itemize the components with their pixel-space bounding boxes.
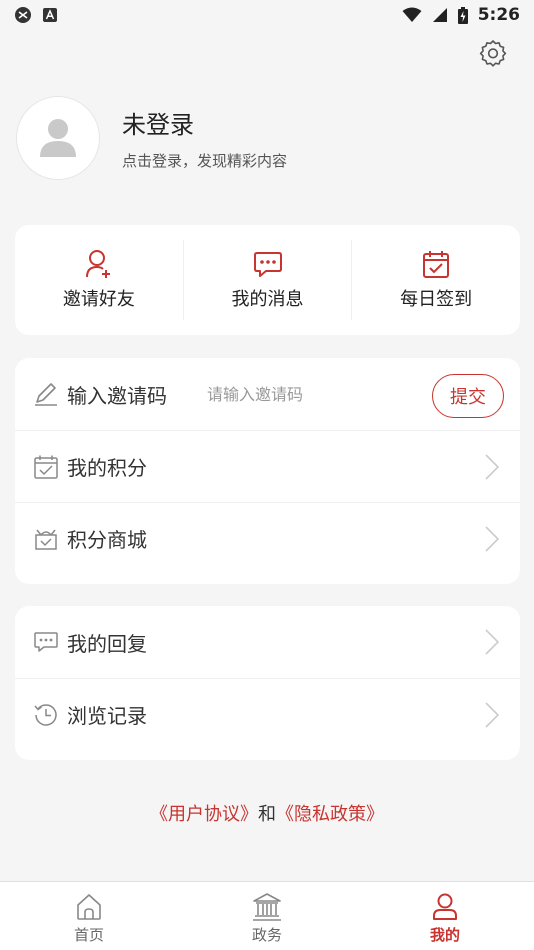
chevron-right-icon xyxy=(485,701,500,728)
menu-item-my-replies[interactable]: 我的回复 xyxy=(15,606,520,678)
tab-label: 首页 xyxy=(73,925,104,944)
menu-item-my-points[interactable]: 我的积分 xyxy=(15,430,520,502)
signal-icon xyxy=(432,8,447,22)
privacy-policy-link[interactable]: 《隐私政策》 xyxy=(276,804,384,825)
tab-mine[interactable]: 我的 xyxy=(356,882,534,950)
chevron-right-icon xyxy=(485,453,500,480)
agreement-links: 《用户协议》和《隐私政策》 xyxy=(0,800,534,826)
bottom-tab-bar: 首页 政务 我的 xyxy=(0,881,534,950)
menu-item-label: 积分商城 xyxy=(67,528,147,552)
calendar-check-icon xyxy=(33,453,61,481)
gift-box-icon xyxy=(33,525,61,553)
settings-button[interactable] xyxy=(478,38,508,68)
tab-label: 政务 xyxy=(251,925,282,944)
login-profile[interactable]: 未登录 点击登录，发现精彩内容 xyxy=(16,96,516,180)
profile-subtitle: 点击登录，发现精彩内容 xyxy=(122,152,288,170)
chat-icon xyxy=(33,628,61,656)
gear-icon xyxy=(479,40,507,67)
user-icon xyxy=(433,893,457,920)
font-notification-icon xyxy=(43,8,57,22)
app-notification-icon xyxy=(15,7,31,23)
quick-action-label: 邀请好友 xyxy=(62,289,135,310)
battery-icon xyxy=(457,6,468,24)
pencil-icon xyxy=(33,380,61,408)
tab-label: 我的 xyxy=(429,925,460,944)
quick-action-label: 每日签到 xyxy=(400,289,473,310)
invite-code-row: 输入邀请码 提交 xyxy=(15,358,520,430)
agreement-and-text: 和 xyxy=(258,804,276,825)
government-building-icon xyxy=(253,892,281,921)
avatar[interactable] xyxy=(16,96,100,180)
submit-button[interactable]: 提交 xyxy=(432,374,504,418)
my-messages-button[interactable]: 我的消息 xyxy=(182,240,352,320)
quick-actions-card: 邀请好友 我的消息 每日签到 xyxy=(15,225,520,335)
profile-name: 未登录 xyxy=(122,111,194,139)
daily-checkin-button[interactable]: 每日签到 xyxy=(351,240,520,320)
calendar-check-icon xyxy=(423,251,450,278)
chevron-right-icon xyxy=(485,629,500,655)
default-avatar-icon xyxy=(40,119,76,157)
menu-item-label: 我的积分 xyxy=(67,456,147,480)
menu-item-label: 浏览记录 xyxy=(67,704,147,728)
invite-code-input[interactable] xyxy=(207,384,377,404)
message-icon xyxy=(253,252,282,277)
wifi-icon xyxy=(402,7,422,22)
home-icon xyxy=(77,893,101,920)
status-bar: 5:26 xyxy=(0,0,534,30)
user-agreement-link[interactable]: 《用户协议》 xyxy=(150,804,258,825)
invite-code-label: 输入邀请码 xyxy=(67,383,167,408)
tab-home[interactable]: 首页 xyxy=(0,882,178,950)
menu-item-browse-history[interactable]: 浏览记录 xyxy=(15,678,520,750)
menu-item-points-mall[interactable]: 积分商城 xyxy=(15,502,520,574)
quick-action-label: 我的消息 xyxy=(231,289,304,310)
invite-friends-button[interactable]: 邀请好友 xyxy=(15,240,183,320)
status-time: 5:26 xyxy=(477,5,520,25)
tab-government[interactable]: 政务 xyxy=(178,882,356,950)
history-icon xyxy=(33,701,61,729)
menu-card-activity: 我的回复 浏览记录 xyxy=(15,606,520,760)
chevron-right-icon xyxy=(485,525,500,552)
add-user-icon xyxy=(85,250,110,278)
menu-card-points: 输入邀请码 提交 我的积分 积分商城 xyxy=(15,358,520,584)
menu-item-label: 我的回复 xyxy=(67,631,147,656)
